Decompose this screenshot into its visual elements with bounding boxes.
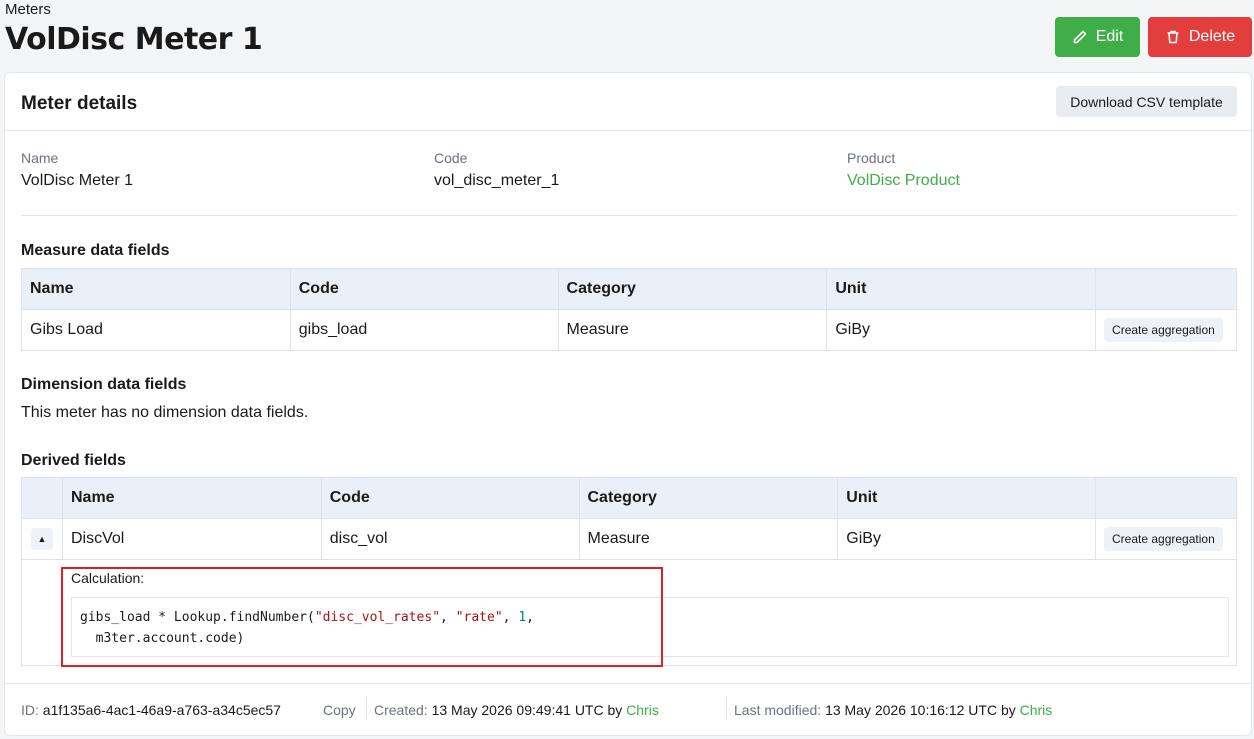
divider bbox=[726, 696, 727, 720]
divider bbox=[366, 696, 367, 720]
detail-code: Code vol_disc_meter_1 bbox=[434, 150, 559, 190]
column-header-expand bbox=[21, 477, 63, 519]
created-label: Created: bbox=[374, 702, 428, 718]
cell-name: Gibs Load bbox=[21, 309, 291, 351]
detail-label: Product bbox=[847, 150, 896, 166]
table-row: ▲ DiscVol disc_vol Measure GiBy Create a… bbox=[21, 518, 1237, 560]
code-text: , bbox=[440, 610, 456, 625]
detail-label: Name bbox=[21, 150, 59, 166]
page-title: VolDisc Meter 1 bbox=[5, 22, 263, 57]
cell-actions: Create aggregation bbox=[1095, 309, 1237, 351]
cell-category: Measure bbox=[578, 518, 839, 560]
detail-value: vol_disc_meter_1 bbox=[434, 172, 560, 189]
code-text: gibs_load * Lookup.findNumber( bbox=[80, 610, 315, 625]
column-header-actions bbox=[1095, 268, 1237, 310]
cell-unit: GiBy bbox=[837, 518, 1097, 560]
created-value: 13 May 2026 09:49:41 UTC by bbox=[431, 702, 623, 718]
calculation-code: gibs_load * Lookup.findNumber("disc_vol_… bbox=[71, 597, 1229, 657]
breadcrumb[interactable]: Meters bbox=[5, 1, 51, 18]
detail-name: Name VolDisc Meter 1 bbox=[21, 150, 133, 190]
measure-table: Name Code Category Unit Gibs Load gibs_l… bbox=[21, 268, 1237, 351]
cell-unit: GiBy bbox=[826, 309, 1097, 351]
code-text: , bbox=[502, 610, 519, 625]
code-string: "rate" bbox=[455, 610, 503, 625]
cell-name: DiscVol bbox=[61, 518, 322, 560]
column-header[interactable]: Name bbox=[21, 268, 291, 310]
created-by-link[interactable]: Chris bbox=[626, 702, 659, 718]
card-title: Meter details bbox=[21, 93, 138, 114]
derived-table: Name Code Category Unit ▲ DiscVol disc_v… bbox=[21, 477, 1237, 560]
cell-category: Measure bbox=[557, 309, 828, 351]
trash-icon bbox=[1167, 30, 1179, 44]
copy-button[interactable]: Copy bbox=[323, 702, 356, 718]
column-header[interactable]: Category bbox=[578, 477, 839, 519]
column-header[interactable]: Code bbox=[289, 268, 559, 310]
calculation-label: Calculation: bbox=[71, 570, 145, 586]
modified-by-link[interactable]: Chris bbox=[1020, 702, 1053, 718]
code-number: 1 bbox=[518, 610, 527, 625]
footer-id: ID: a1f135a6-4ac1-46a9-a763-a34c5ec57 bbox=[21, 702, 281, 718]
dimension-section-title: Dimension data fields bbox=[21, 376, 187, 393]
collapse-toggle-icon[interactable]: ▲ bbox=[30, 528, 53, 550]
id-label: ID: bbox=[21, 702, 39, 718]
detail-product: Product VolDisc Product bbox=[847, 150, 960, 190]
code-string: "disc_vol_rates" bbox=[314, 610, 441, 625]
column-header[interactable]: Unit bbox=[837, 477, 1097, 519]
create-aggregation-button[interactable]: Create aggregation bbox=[1104, 527, 1223, 551]
table-header-row: Name Code Category Unit bbox=[21, 477, 1237, 519]
measure-section-title: Measure data fields bbox=[21, 242, 170, 259]
column-header[interactable]: Category bbox=[557, 268, 828, 310]
id-value: a1f135a6-4ac1-46a9-a763-a34c5ec57 bbox=[42, 702, 281, 718]
detail-value: VolDisc Meter 1 bbox=[21, 172, 134, 189]
cell-actions: Create aggregation bbox=[1095, 518, 1237, 560]
footer-modified: Last modified: 13 May 2026 10:16:12 UTC … bbox=[734, 702, 1052, 718]
column-header[interactable]: Code bbox=[320, 477, 580, 519]
column-header[interactable]: Unit bbox=[826, 268, 1097, 310]
divider bbox=[21, 215, 1237, 216]
footer-created: Created: 13 May 2026 09:49:41 UTC by Chr… bbox=[374, 702, 659, 718]
create-aggregation-button[interactable]: Create aggregation bbox=[1104, 318, 1223, 342]
delete-button[interactable]: Delete bbox=[1148, 17, 1252, 57]
column-header-actions bbox=[1095, 477, 1237, 519]
pencil-icon bbox=[1073, 30, 1087, 44]
calculation-row: Calculation: gibs_load * Lookup.findNumb… bbox=[21, 560, 1237, 666]
cell-expand: ▲ bbox=[21, 518, 63, 560]
product-link[interactable]: VolDisc Product bbox=[847, 172, 960, 190]
card-header: Meter details Download CSV template bbox=[5, 73, 1251, 131]
code-text: , bbox=[526, 610, 534, 625]
card-footer: ID: a1f135a6-4ac1-46a9-a763-a34c5ec57 Co… bbox=[5, 683, 1251, 735]
edit-label: Edit bbox=[1095, 28, 1124, 45]
edit-button[interactable]: Edit bbox=[1055, 17, 1140, 57]
derived-section-title: Derived fields bbox=[21, 452, 126, 469]
code-text: m3ter.account.code) bbox=[80, 631, 245, 646]
modified-value: 13 May 2026 10:16:12 UTC by bbox=[825, 702, 1016, 718]
table-header-row: Name Code Category Unit bbox=[21, 268, 1237, 310]
meter-details-card: Meter details Download CSV template Name… bbox=[4, 72, 1252, 736]
download-csv-button[interactable]: Download CSV template bbox=[1056, 86, 1237, 117]
column-header[interactable]: Name bbox=[61, 477, 322, 519]
modified-label: Last modified: bbox=[734, 702, 822, 718]
detail-label: Code bbox=[434, 150, 468, 166]
table-row: Gibs Load gibs_load Measure GiBy Create … bbox=[21, 309, 1237, 351]
delete-label: Delete bbox=[1188, 28, 1236, 45]
cell-code: disc_vol bbox=[320, 518, 580, 560]
cell-code: gibs_load bbox=[289, 309, 559, 351]
dimension-empty-text: This meter has no dimension data fields. bbox=[21, 404, 309, 421]
